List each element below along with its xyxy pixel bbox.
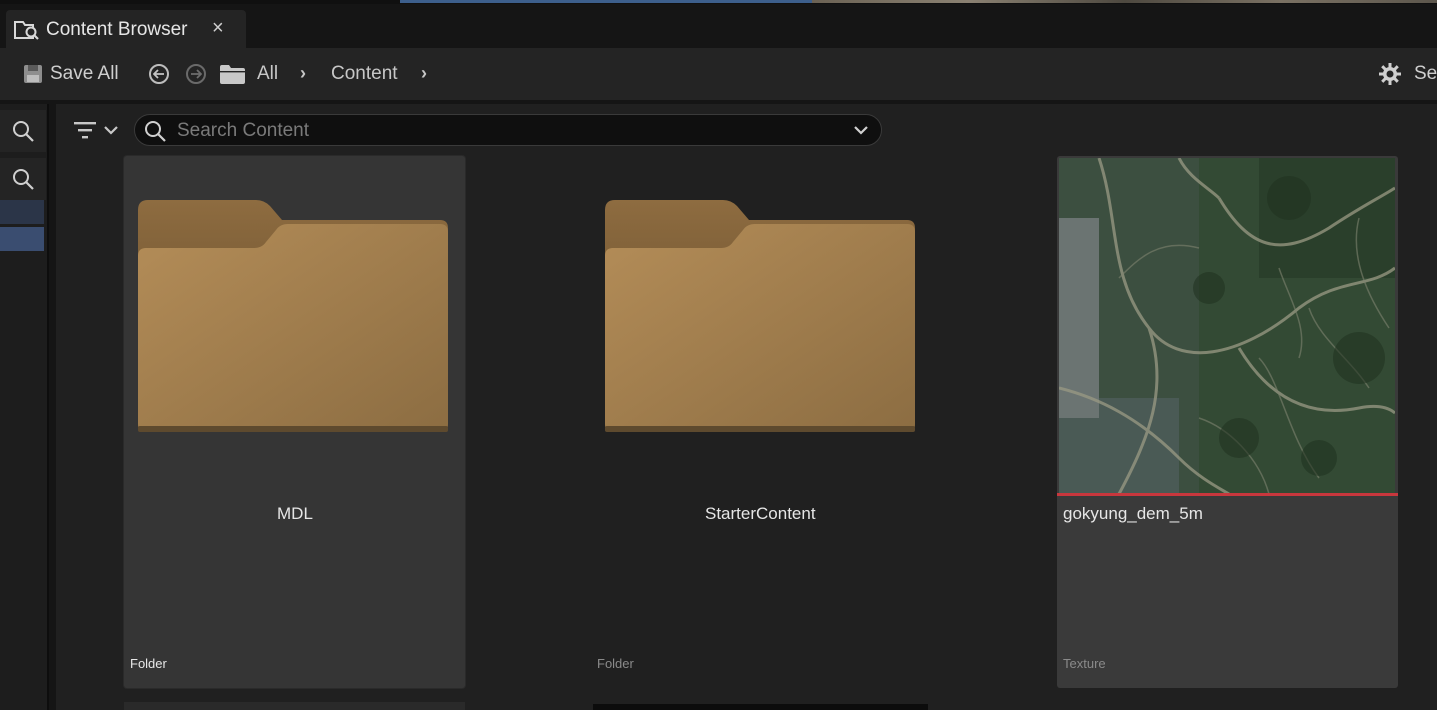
search-icon: [13, 169, 34, 190]
tab-content-browser[interactable]: Content Browser ×: [6, 10, 246, 48]
settings-label: Se: [1414, 63, 1437, 84]
forward-arrow-icon[interactable]: [186, 64, 206, 84]
viewport-highlight: [400, 0, 812, 3]
toolbar: Save All All › Content › Se: [0, 48, 1437, 100]
tab-title: Content Browser: [46, 19, 188, 40]
folder-icon: [220, 65, 245, 84]
viewport-image-edge: [812, 0, 1437, 3]
back-arrow-icon[interactable]: [149, 64, 169, 84]
asset-tile-partial[interactable]: [124, 702, 465, 710]
asset-tile-gokyung-dem-5m[interactable]: gokyung_dem_5m Texture: [1057, 156, 1398, 688]
asset-type: Folder: [130, 656, 167, 671]
settings-button[interactable]: Se: [1378, 62, 1437, 86]
content-browser-icon: [14, 21, 39, 40]
texture-type-underline: [1057, 493, 1398, 496]
save-icon: [24, 65, 42, 83]
asset-type: Texture: [1063, 656, 1106, 671]
close-icon[interactable]: ×: [212, 17, 224, 40]
chevron-down-icon[interactable]: [853, 122, 869, 138]
asset-tile-partial[interactable]: [593, 704, 928, 710]
search-input[interactable]: [175, 118, 839, 144]
gear-icon: [1379, 63, 1401, 85]
asset-type: Folder: [597, 656, 634, 671]
texture-thumbnail: [1059, 158, 1395, 494]
folder-tree-item-selected[interactable]: [0, 227, 44, 251]
asset-tile-mdl[interactable]: MDL Folder: [124, 156, 465, 688]
asset-name: MDL: [277, 504, 313, 523]
breadcrumb-all[interactable]: All: [257, 63, 278, 85]
folders-search-button[interactable]: [0, 158, 46, 200]
folder-icon: [605, 200, 915, 432]
save-all-label: Save All: [50, 63, 119, 84]
search-icon: [145, 121, 166, 142]
search-bar: [134, 114, 882, 146]
search-icon: [13, 121, 34, 142]
asset-name: StarterContent: [705, 504, 816, 523]
filter-icon[interactable]: [72, 118, 124, 144]
chevron-right-icon: ›: [300, 63, 306, 83]
asset-name: gokyung_dem_5m: [1063, 504, 1203, 523]
folder-tree-item[interactable]: [0, 200, 44, 224]
chevron-right-icon[interactable]: ›: [421, 63, 427, 84]
folder-icon: [138, 200, 448, 432]
sources-panel: [0, 104, 49, 710]
breadcrumb-content[interactable]: Content: [331, 63, 398, 85]
sources-search-button[interactable]: [0, 110, 46, 152]
tab-bar: Content Browser ×: [0, 4, 1437, 48]
asset-tile-startercontent[interactable]: StarterContent Folder: [591, 156, 932, 688]
save-all-button[interactable]: Save All: [22, 60, 119, 88]
